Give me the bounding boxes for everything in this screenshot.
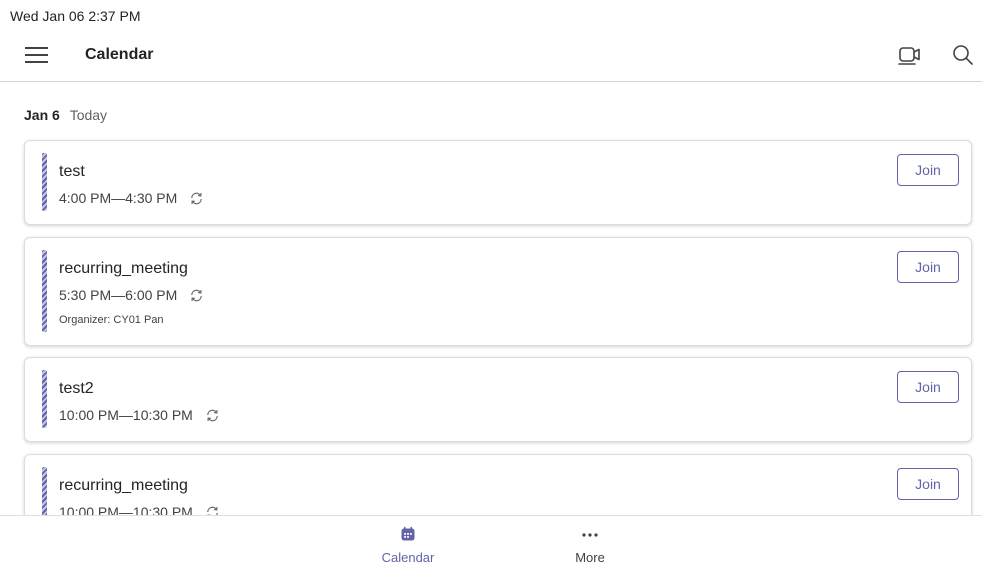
event-title: recurring_meeting <box>59 260 188 277</box>
menu-icon-line <box>25 54 48 56</box>
event-card[interactable]: test2 10:00 PM—10:30 PM Join <box>24 357 972 442</box>
event-time: 10:00 PM—10:30 PM <box>59 407 220 423</box>
menu-icon-line <box>25 47 48 49</box>
event-organizer: Organizer: CY01 Pan <box>59 314 164 326</box>
event-time-text: 5:30 PM—6:00 PM <box>59 287 178 303</box>
join-button[interactable]: Join <box>897 154 959 186</box>
app-bar: Calendar <box>0 34 982 82</box>
recurring-icon <box>189 288 204 303</box>
event-time-text: 4:00 PM—4:30 PM <box>59 190 178 206</box>
event-card[interactable]: recurring_meeting 5:30 PM—6:00 PM Organi… <box>24 237 972 346</box>
event-title: test2 <box>59 380 94 397</box>
more-icon <box>582 533 598 537</box>
status-bar-datetime: Wed Jan 06 2:37 PM <box>10 8 141 24</box>
join-button[interactable]: Join <box>897 251 959 283</box>
nav-label-calendar: Calendar <box>381 550 435 565</box>
event-color-bar <box>42 370 47 428</box>
menu-icon-line <box>25 61 48 63</box>
meet-now-icon <box>898 47 920 65</box>
recurring-icon <box>205 408 220 423</box>
day-header: Jan 6 Today <box>24 107 107 123</box>
event-color-bar <box>42 250 47 332</box>
nav-item-more[interactable]: More <box>545 526 635 565</box>
join-button[interactable]: Join <box>897 468 959 500</box>
calendar-icon <box>401 526 415 541</box>
event-time-text: 10:00 PM—10:30 PM <box>59 407 193 423</box>
event-title: recurring_meeting <box>59 477 188 494</box>
menu-button[interactable] <box>20 41 54 69</box>
event-color-bar <box>42 153 47 211</box>
meet-now-button[interactable] <box>893 39 927 71</box>
day-date: Jan 6 <box>24 107 60 123</box>
search-icon <box>953 45 973 65</box>
event-title: test <box>59 163 85 180</box>
bottom-nav: Calendar More <box>0 515 982 570</box>
event-card[interactable]: test 4:00 PM—4:30 PM Join <box>24 140 972 225</box>
event-time: 5:30 PM—6:00 PM <box>59 287 204 303</box>
join-button[interactable]: Join <box>897 371 959 403</box>
recurring-icon <box>189 191 204 206</box>
event-time: 4:00 PM—4:30 PM <box>59 190 204 206</box>
page-title: Calendar <box>85 46 154 63</box>
nav-item-calendar[interactable]: Calendar <box>363 526 453 565</box>
search-button[interactable] <box>946 39 980 71</box>
day-today-label: Today <box>69 107 108 123</box>
nav-label-more: More <box>575 550 605 565</box>
